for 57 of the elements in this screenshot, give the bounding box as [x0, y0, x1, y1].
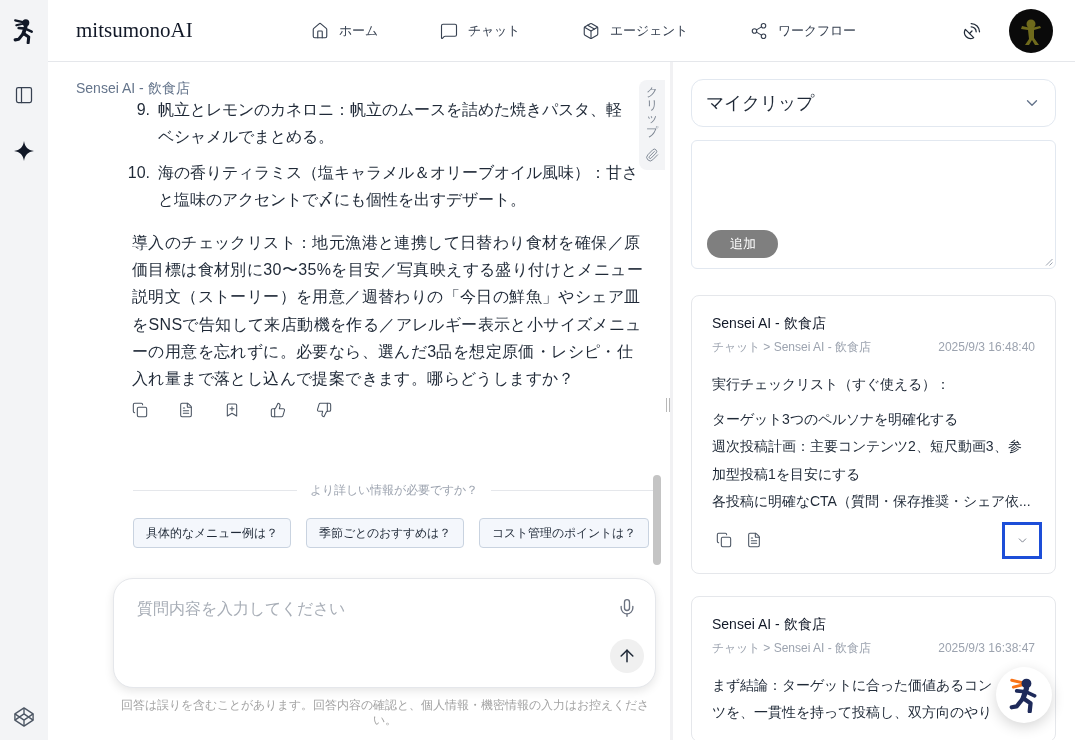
share-nodes-icon — [750, 21, 768, 40]
clip-dropdown[interactable]: マイクリップ — [691, 79, 1056, 127]
list-number: 9. — [136, 101, 150, 118]
clip-text-line: 各投稿に明確なCTA（質問・保存推奨・シェア依... — [712, 492, 1031, 511]
disclaimer-text: 回答は誤りを含むことがあります。回答内容の確認と、個人情報・機密情報の入力はお控えください。 — [119, 698, 650, 728]
follow-up-prompt: より詳しい情報が必要ですか？ — [310, 481, 478, 499]
list-number: 10. — [127, 164, 150, 181]
cube-outline-icon[interactable] — [14, 707, 34, 727]
resize-handle-icon[interactable] — [665, 397, 671, 413]
clip-timestamp: 2025/9/3 16:48:40 — [938, 339, 1035, 355]
clip-text-line: 加型投稿1を目安にする — [712, 464, 860, 484]
nav-link[interactable]: エージェント — [582, 21, 688, 40]
thumbs-up-icon — [270, 402, 286, 419]
bookmark-plus-icon — [224, 402, 240, 419]
clip-text-line: 週次投稿計画：主要コンテンツ2、短尺動画3、参 — [712, 437, 1022, 456]
suggestion-chip[interactable]: コスト管理のポイントは？ — [479, 518, 649, 549]
copy-icon — [132, 402, 148, 419]
assistant-name: Sensei AI - 飲食店 — [76, 80, 190, 96]
document-icon — [746, 532, 762, 548]
brand-name: mitsumonoAI — [76, 18, 193, 42]
clip-text-line: 実行チェックリスト（すぐ使える）： — [712, 375, 950, 394]
list-item-text: 帆立とレモンのカネロニ：帆立のムースを詰めた焼きパスタ、軽 — [158, 100, 622, 120]
nav-link[interactable]: ワークフロー — [750, 21, 856, 40]
list-item-text: と塩味のアクセントで〆にも個性を出すデザート。 — [158, 190, 526, 210]
sparkle-icon[interactable] — [14, 141, 34, 161]
clip-text-line: まず結論：ターゲットに合った価値あるコン — [712, 675, 992, 695]
suggestion-chip[interactable]: 季節ごとのおすすめは？ — [306, 518, 464, 549]
scrollbar-thumb[interactable] — [653, 475, 661, 565]
send-button[interactable] — [610, 639, 644, 673]
thumbs-down-icon — [316, 402, 332, 419]
document-icon — [178, 402, 194, 419]
clip-text-line: ツを、一貫性を持って投稿し、双方向のやり — [712, 703, 992, 722]
avatar-icon[interactable] — [1009, 8, 1053, 53]
panel-left-icon[interactable] — [14, 85, 34, 105]
box-icon — [582, 21, 600, 40]
suggestion-chip[interactable]: 具体的なメニュー例は？ — [133, 518, 291, 549]
home-icon — [311, 21, 329, 40]
clip-breadcrumb: チャット > Sensei AI - 飲食店 — [712, 339, 872, 355]
clip-breadcrumb: チャット > Sensei AI - 飲食店 — [712, 639, 872, 656]
satellite-dish-icon[interactable] — [962, 20, 982, 41]
nav-link[interactable]: チャット — [440, 21, 520, 40]
clip-card-title: Sensei AI - 飲食店 — [712, 614, 826, 633]
message-paragraph: 導入のチェックリスト：地元漁港と連携して日替わり食材を確保／原価目標は食材別に30〜35%を目安／写真映えする盛り付けとメニュー説明文（ストーリー）を用意／週替わりの「今日の鮮魚」やシェア皿をSNSで告知して来店動機を作る／アレルギー表示と小サイズメニューの用意を忘れずに。必要なら、選んだ3品を想定原価・レシピ・仕入れ量まで落とし込んで提案できます。哪らどうしますか？ — [132, 233, 645, 389]
clip-card-title: Sensei AI - 飲食店 — [712, 314, 826, 332]
list-item-text: ベシャメルでまとめる。 — [158, 127, 334, 147]
paperclip-icon — [645, 148, 659, 162]
clip-note-field[interactable]: 追加 — [691, 140, 1056, 269]
resize-grip-icon[interactable] — [1045, 258, 1053, 266]
nav-link[interactable]: ホーム — [311, 21, 378, 40]
copy-icon — [716, 532, 732, 548]
add-button[interactable]: 追加 — [707, 230, 778, 258]
chat-bubble-icon — [440, 21, 458, 40]
expand-button[interactable] — [1002, 521, 1042, 559]
clip-tab[interactable]: クリップ — [639, 80, 665, 170]
clip-text-line: ターゲット3つのペルソナを明確化する — [712, 409, 958, 429]
clip-timestamp: 2025/9/3 16:38:47 — [938, 639, 1035, 656]
list-item-text: 海の香りティラミス（塩キャラメル＆オリーブオイル風味）：甘さ — [158, 163, 638, 183]
